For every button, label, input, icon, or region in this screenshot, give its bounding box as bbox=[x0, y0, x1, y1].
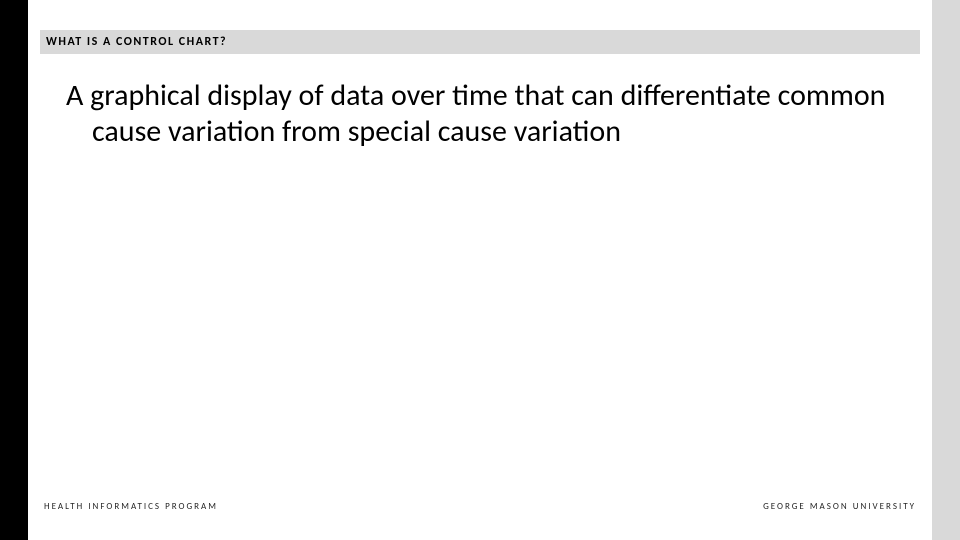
slide-title: WHAT IS A CONTROL CHART? bbox=[46, 35, 227, 49]
slide: WHAT IS A CONTROL CHART? A graphical dis… bbox=[0, 0, 960, 540]
slide-title-bar: WHAT IS A CONTROL CHART? bbox=[40, 30, 920, 54]
left-accent-bar bbox=[0, 0, 28, 540]
right-accent-bar bbox=[932, 0, 960, 540]
footer-right: GEORGE MASON UNIVERSITY bbox=[763, 501, 916, 512]
footer-left: HEALTH INFORMATICS PROGRAM bbox=[44, 501, 218, 512]
slide-body-text: A graphical display of data over time th… bbox=[66, 78, 896, 150]
